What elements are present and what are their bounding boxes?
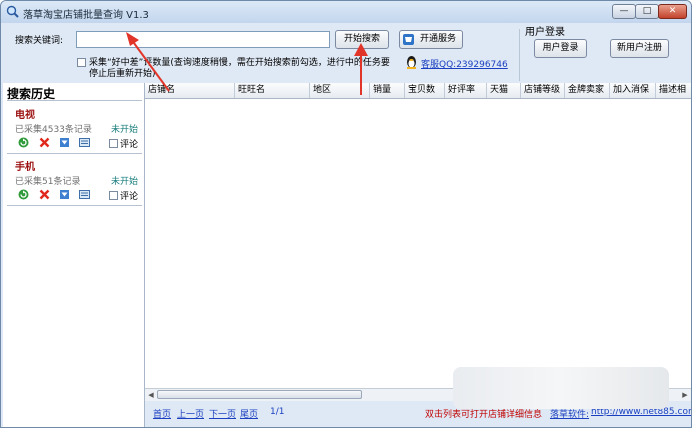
delete-icon[interactable] bbox=[39, 189, 50, 200]
blurred-watermark bbox=[453, 367, 669, 409]
history-status: 未开始 bbox=[111, 177, 139, 187]
annotation-arrow-icon bbox=[354, 43, 368, 95]
scroll-right-icon[interactable]: ▶ bbox=[680, 390, 690, 400]
service-icon bbox=[403, 34, 414, 45]
history-comment-checkbox[interactable] bbox=[109, 191, 118, 200]
last-page-link[interactable]: 尾页 bbox=[240, 407, 258, 420]
first-page-link[interactable]: 首页 bbox=[153, 407, 171, 420]
maximize-button[interactable]: □ bbox=[635, 4, 659, 19]
list-view-icon[interactable] bbox=[79, 137, 90, 148]
customer-service-qq-link[interactable]: 客服QQ:239296746 bbox=[421, 57, 508, 70]
refresh-icon[interactable] bbox=[18, 189, 29, 200]
prev-page-link[interactable]: 上一页 bbox=[177, 407, 204, 420]
history-count: 已采集4533条记录 bbox=[15, 125, 92, 135]
user-login-button[interactable]: 用户登录 bbox=[534, 39, 587, 58]
scroll-left-icon[interactable]: ◀ bbox=[146, 390, 156, 400]
minimize-button[interactable]: — bbox=[612, 4, 636, 19]
magnifier-app-icon bbox=[6, 5, 19, 18]
open-service-button[interactable]: 开通服务 bbox=[399, 30, 463, 49]
export-icon[interactable] bbox=[59, 137, 70, 148]
history-comment-label: 评论 bbox=[120, 140, 139, 150]
history-keyword: 电视 bbox=[15, 110, 35, 121]
annotation-arrow-icon bbox=[126, 32, 170, 92]
collect-ratings-checkbox[interactable] bbox=[77, 58, 86, 67]
title-bar: 落草淘宝店铺批量查询 V1.3 — □ ✕ bbox=[1, 1, 691, 23]
history-comment-checkbox[interactable] bbox=[109, 139, 118, 148]
column-header[interactable]: 旺旺名 bbox=[235, 83, 310, 98]
column-header[interactable]: 店铺等级 bbox=[521, 83, 565, 98]
list-view-icon[interactable] bbox=[79, 189, 90, 200]
history-divider bbox=[7, 100, 142, 101]
search-history-panel: 搜索历史 电视 已采集4533条记录 未开始 评论 手机 已采集51条记录 未开… bbox=[3, 83, 145, 427]
new-user-register-button[interactable]: 新用户注册 bbox=[610, 39, 669, 58]
column-header[interactable]: 金牌卖家 bbox=[565, 83, 610, 98]
login-group-title: 用户登录 bbox=[525, 27, 565, 38]
close-button[interactable]: ✕ bbox=[658, 4, 687, 19]
history-divider bbox=[7, 153, 142, 154]
results-grid[interactable]: 店铺名 旺旺名 地区 销量 宝贝数 好评率 天猫 店铺等级 金牌卖家 加入消保 … bbox=[145, 83, 691, 388]
next-page-link[interactable]: 下一页 bbox=[209, 407, 236, 420]
column-header[interactable]: 宝贝数 bbox=[405, 83, 445, 98]
search-toolbar: 搜索关键词: 开始搜索 开通服务 采集“好中差”评数量(查询速度稍慢，需在开始搜… bbox=[1, 23, 691, 83]
window-title: 落草淘宝店铺批量查询 V1.3 bbox=[23, 10, 149, 21]
grid-header: 店铺名 旺旺名 地区 销量 宝贝数 好评率 天猫 店铺等级 金牌卖家 加入消保 … bbox=[145, 83, 691, 99]
history-keyword: 手机 bbox=[15, 162, 35, 173]
history-comment-label: 评论 bbox=[120, 192, 139, 202]
app-window: 落草淘宝店铺批量查询 V1.3 — □ ✕ 搜索关键词: 开始搜索 开通服务 采… bbox=[0, 0, 692, 428]
column-header[interactable]: 天猫 bbox=[487, 83, 521, 98]
column-header[interactable]: 描述相 bbox=[656, 83, 691, 98]
history-count: 已采集51条记录 bbox=[15, 177, 81, 187]
history-status: 未开始 bbox=[111, 125, 139, 135]
login-group-divider bbox=[519, 29, 520, 81]
open-service-label: 开通服务 bbox=[419, 34, 456, 44]
keyword-label: 搜索关键词: bbox=[15, 36, 64, 46]
refresh-icon[interactable] bbox=[18, 137, 29, 148]
scrollbar-thumb[interactable] bbox=[157, 390, 362, 399]
column-header[interactable]: 好评率 bbox=[445, 83, 487, 98]
history-divider bbox=[7, 205, 142, 206]
keyword-input[interactable] bbox=[76, 31, 330, 48]
page-indicator: 1/1 bbox=[270, 407, 285, 417]
column-header[interactable]: 加入消保 bbox=[610, 83, 656, 98]
qq-penguin-icon bbox=[407, 56, 416, 69]
delete-icon[interactable] bbox=[39, 137, 50, 148]
export-icon[interactable] bbox=[59, 189, 70, 200]
